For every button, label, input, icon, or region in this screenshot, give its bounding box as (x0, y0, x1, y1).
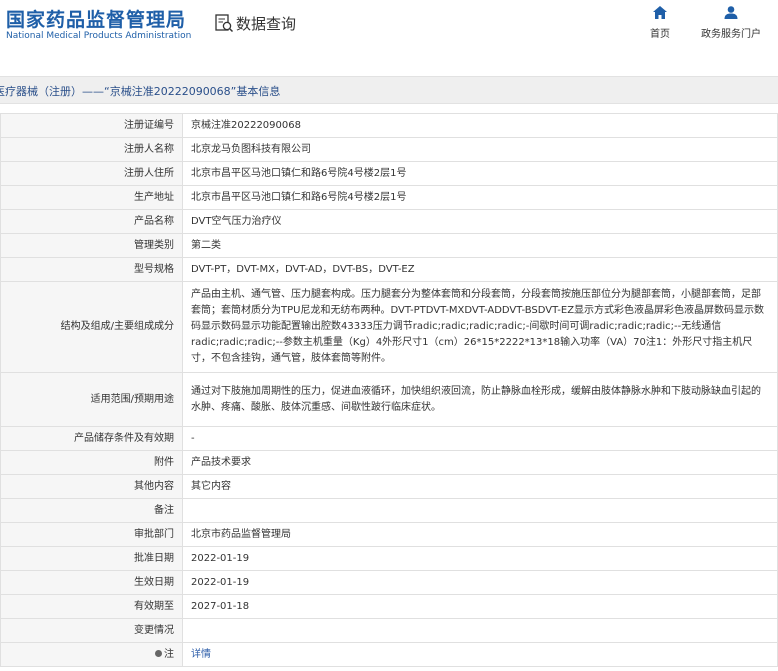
field-value: - (182, 426, 778, 451)
field-value: 北京市昌平区马池口镇仁和路6号院4号楼2层1号 (182, 185, 778, 210)
table-row: 产品名称 DVT空气压力治疗仪 (0, 209, 778, 234)
field-value: 京械注准20222090068 (182, 113, 778, 138)
home-icon (653, 6, 667, 19)
field-label: 批准日期 (0, 546, 183, 571)
field-value: 2022-01-19 (182, 546, 778, 571)
table-row: 注册人住所 北京市昌平区马池口镇仁和路6号院4号楼2层1号 (0, 161, 778, 186)
nav-service-portal-button[interactable]: 政务服务门户 (698, 6, 764, 40)
table-row: 型号规格 DVT-PT，DVT-MX，DVT-AD，DVT-BS，DVT-EZ (0, 257, 778, 282)
field-label: 注 (164, 648, 174, 660)
table-row: 有效期至 2027-01-18 (0, 594, 778, 619)
field-value: 产品技术要求 (182, 450, 778, 475)
field-label: 管理类别 (0, 233, 183, 258)
breadcrumb: 医疗器械（注册）——“京械注准20222090068”基本信息 (0, 85, 281, 98)
field-label: 产品储存条件及有效期 (0, 426, 183, 451)
field-label: 备注 (0, 498, 183, 523)
pin-icon (155, 649, 162, 657)
table-row: 结构及组成/主要组成成分 产品由主机、通气管、压力腿套构成。压力腿套分为整体套筒… (0, 281, 778, 373)
field-label: 型号规格 (0, 257, 183, 282)
site-logo-title[interactable]: 国家药品监督管理局 (6, 5, 186, 32)
field-value: 其它内容 (182, 474, 778, 499)
table-row: 其他内容 其它内容 (0, 474, 778, 499)
field-value (182, 618, 778, 643)
field-value (182, 498, 778, 523)
field-value: 详情 (182, 642, 778, 667)
field-label: 有效期至 (0, 594, 183, 619)
table-row: 注册人名称 北京龙马负图科技有限公司 (0, 137, 778, 162)
details-link[interactable]: 详情 (191, 649, 211, 660)
nav-home-label: 首页 (650, 29, 670, 40)
field-label: 生效日期 (0, 570, 183, 595)
field-label: 生产地址 (0, 185, 183, 210)
note-label-cell: 注 (0, 642, 183, 667)
table-row: 适用范围/预期用途 通过对下肢施加周期性的压力，促进血液循环，加快组织液回流，防… (0, 372, 778, 427)
table-row: 备注 (0, 498, 778, 523)
table-row: 注册证编号 京械注准20222090068 (0, 113, 778, 138)
document-search-icon (215, 14, 234, 33)
site-header: 国家药品监督管理局 National Medical Products Admi… (0, 0, 778, 62)
nav-home-button[interactable]: 首页 (644, 6, 676, 40)
field-value: 北京龙马负图科技有限公司 (182, 137, 778, 162)
table-row: 注 详情 (0, 642, 778, 667)
field-label: 注册证编号 (0, 113, 183, 138)
field-label: 产品名称 (0, 209, 183, 234)
field-label: 审批部门 (0, 522, 183, 547)
table-row: 批准日期 2022-01-19 (0, 546, 778, 571)
field-label: 变更情况 (0, 618, 183, 643)
table-row: 产品储存条件及有效期 - (0, 426, 778, 451)
field-value: 2022-01-19 (182, 570, 778, 595)
user-icon (724, 6, 738, 19)
field-label: 附件 (0, 450, 183, 475)
field-value: 第二类 (182, 233, 778, 258)
table-row: 生效日期 2022-01-19 (0, 570, 778, 595)
field-value: 2027-01-18 (182, 594, 778, 619)
registration-info-table: 注册证编号 京械注准20222090068 注册人名称 北京龙马负图科技有限公司… (0, 113, 778, 667)
data-query-label[interactable]: 数据查询 (236, 13, 296, 34)
field-value: 北京市昌平区马池口镇仁和路6号院4号楼2层1号 (182, 161, 778, 186)
field-label: 结构及组成/主要组成成分 (0, 281, 183, 373)
field-label: 其他内容 (0, 474, 183, 499)
field-value: 通过对下肢施加周期性的压力，促进血液循环，加快组织液回流，防止静脉血栓形成，缓解… (182, 372, 778, 427)
table-row: 附件 产品技术要求 (0, 450, 778, 475)
nav-service-label: 政务服务门户 (701, 29, 761, 40)
table-row: 审批部门 北京市药品监督管理局 (0, 522, 778, 547)
breadcrumb-bar: 医疗器械（注册）——“京械注准20222090068”基本信息 (0, 76, 778, 104)
field-value: DVT-PT，DVT-MX，DVT-AD，DVT-BS，DVT-EZ (182, 257, 778, 282)
field-value: DVT空气压力治疗仪 (182, 209, 778, 234)
site-logo-subtitle: National Medical Products Administration (6, 31, 192, 41)
field-label: 注册人住所 (0, 161, 183, 186)
table-row: 变更情况 (0, 618, 778, 643)
table-row: 管理类别 第二类 (0, 233, 778, 258)
field-value: 北京市药品监督管理局 (182, 522, 778, 547)
field-label: 适用范围/预期用途 (0, 372, 183, 427)
field-label: 注册人名称 (0, 137, 183, 162)
field-value: 产品由主机、通气管、压力腿套构成。压力腿套分为整体套筒和分段套筒，分段套筒按施压… (182, 281, 778, 373)
table-row: 生产地址 北京市昌平区马池口镇仁和路6号院4号楼2层1号 (0, 185, 778, 210)
